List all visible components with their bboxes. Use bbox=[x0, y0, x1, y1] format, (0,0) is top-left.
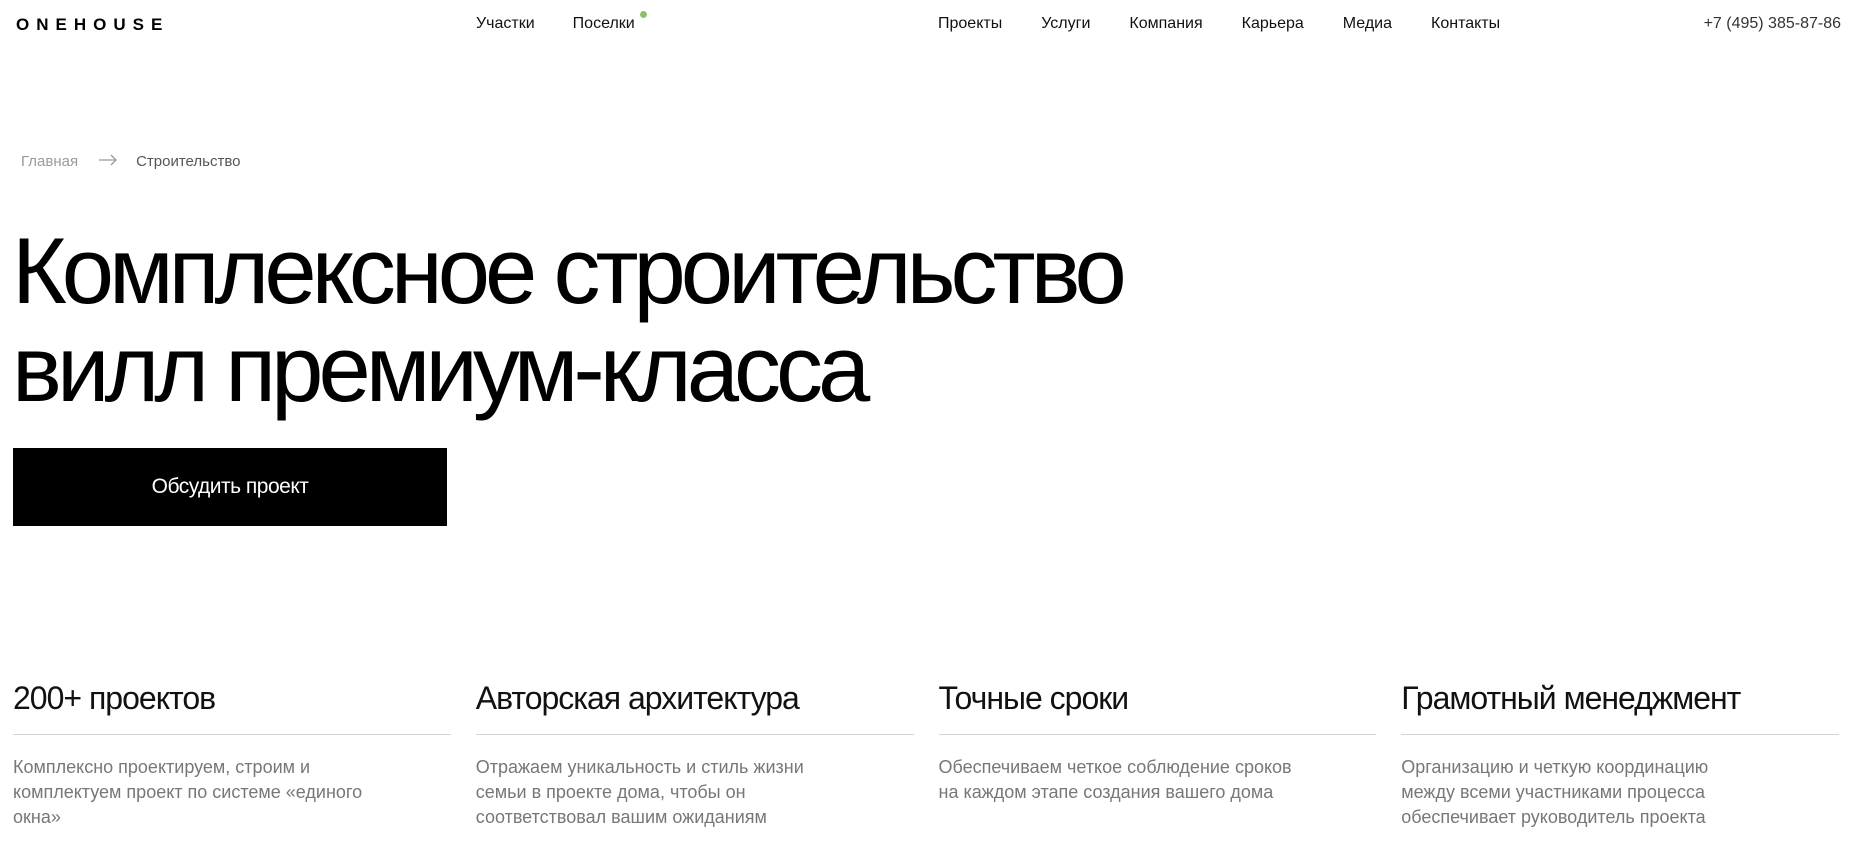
nav-item-plots[interactable]: Участки bbox=[476, 15, 535, 33]
nav-secondary: Проекты Услуги Компания Карьера Медиа Ко… bbox=[938, 15, 1500, 33]
feature-text: Отражаем уникальность и стиль жизни семь… bbox=[475, 757, 804, 827]
arrow-right-icon bbox=[98, 153, 118, 170]
page-title-line-2: вилл премиум-класса bbox=[12, 316, 870, 421]
nav-item-career[interactable]: Карьера bbox=[1242, 15, 1304, 33]
nav-item-contacts[interactable]: Контакты bbox=[1431, 15, 1500, 33]
feature-item: Авторская архитектура Отражаем уникально… bbox=[475, 680, 914, 830]
nav-item-villages[interactable]: Поселки bbox=[572, 11, 647, 33]
divider bbox=[13, 734, 451, 735]
feature-title: Точные сроки bbox=[938, 680, 1130, 716]
page-title-line-1: Комплексное строительство bbox=[12, 218, 1127, 323]
nav-item-company[interactable]: Компания bbox=[1129, 15, 1202, 33]
feature-item: Грамотный менеджмент Организацию и четку… bbox=[1401, 680, 1839, 830]
feature-text: Организацию и четкую координацию между в… bbox=[1401, 757, 1709, 827]
breadcrumb-current: Строительство bbox=[136, 153, 241, 170]
nav-primary: Участки Поселки bbox=[476, 11, 647, 33]
site-header: ONEHOUSE Участки Поселки Проекты Услуги … bbox=[0, 0, 1850, 50]
divider bbox=[938, 734, 1377, 735]
features-section: 200+ проектов Комплексно проектируем, ст… bbox=[13, 680, 1839, 830]
logo[interactable]: ONEHOUSE bbox=[16, 15, 169, 35]
feature-title: 200+ проектов bbox=[13, 680, 216, 716]
new-indicator-dot bbox=[639, 11, 647, 18]
nav-item-media[interactable]: Медиа bbox=[1343, 15, 1392, 33]
divider bbox=[1401, 734, 1839, 735]
feature-item: 200+ проектов Комплексно проектируем, ст… bbox=[13, 680, 451, 830]
feature-item: Точные сроки Обеспечиваем четкое соблюде… bbox=[938, 680, 1377, 830]
feature-text: Комплексно проектируем, строим и комплек… bbox=[13, 757, 363, 827]
nav-item-projects[interactable]: Проекты bbox=[938, 15, 1002, 33]
page-title: Комплексное строительство вилл премиум-к… bbox=[12, 218, 1127, 421]
feature-title: Грамотный менеджмент bbox=[1401, 680, 1741, 716]
feature-text: Обеспечиваем четкое соблюдение сроков на… bbox=[938, 757, 1292, 802]
divider bbox=[475, 734, 914, 735]
phone-link[interactable]: +7 (495) 385-87-86 bbox=[1704, 15, 1841, 33]
nav-item-services[interactable]: Услуги bbox=[1041, 15, 1090, 33]
breadcrumb: Главная Строительство bbox=[21, 153, 241, 170]
breadcrumb-home[interactable]: Главная bbox=[21, 153, 78, 170]
nav-item-villages-label: Поселки bbox=[572, 15, 635, 32]
feature-title: Авторская архитектура bbox=[475, 680, 800, 716]
discuss-project-button[interactable]: Обсудить проект bbox=[13, 448, 447, 526]
